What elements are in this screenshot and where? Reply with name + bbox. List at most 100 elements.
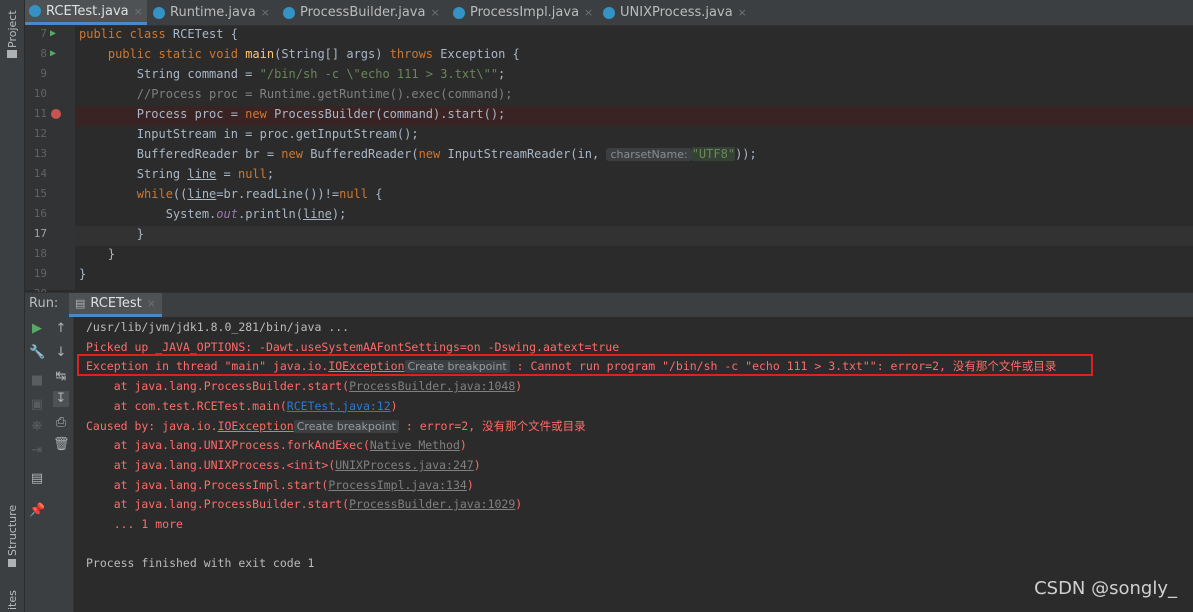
- run-config-tab[interactable]: ▤ RCETest ×: [69, 293, 162, 317]
- console-text: ): [390, 398, 398, 413]
- editor-tab[interactable]: RCETest.java ×: [25, 0, 147, 25]
- editor-tab[interactable]: Runtime.java ×: [149, 0, 274, 25]
- run-toolbar-left: ▶ 🔧 ■ ▣ ❋ ⇥ ▤ 📌: [25, 317, 49, 612]
- stack-trace-link[interactable]: ProcessBuilder.java:1029: [349, 497, 515, 511]
- code-token: RCETest {: [172, 27, 238, 41]
- code-line[interactable]: 13 BufferedReader br = new BufferedReade…: [25, 144, 1193, 164]
- tab-label: UNIXProcess.java: [620, 5, 733, 20]
- console-text: ): [473, 457, 481, 472]
- console-line: Process finished with exit code 1: [86, 553, 314, 573]
- console-line: ... 1 more: [86, 514, 183, 534]
- code-text: }: [79, 244, 115, 264]
- code-line[interactable]: 7 ▶ public class RCETest {: [25, 24, 1193, 44]
- line-number: 13: [33, 147, 47, 160]
- run-gutter-icon[interactable]: ▶: [50, 48, 56, 60]
- code-token: public class: [79, 27, 173, 41]
- stack-trace-link[interactable]: UNIXProcess.java:247: [335, 458, 473, 472]
- code-text: }: [79, 224, 144, 244]
- code-token: {: [368, 187, 383, 201]
- code-token: ((: [172, 187, 188, 201]
- code-editor[interactable]: 7 ▶ public class RCETest {8 ▶ public static…: [25, 24, 1193, 300]
- code-line[interactable]: 14 String line = null;: [25, 164, 1193, 184]
- console-text: at com.test.RCETest.main(: [86, 398, 287, 413]
- class-icon: [603, 6, 615, 19]
- code-line[interactable]: 15 while((line=br.readLine())!=null {: [25, 184, 1193, 204]
- close-icon[interactable]: ×: [584, 6, 593, 19]
- line-number: 17: [33, 227, 47, 240]
- code-line[interactable]: 19}: [25, 264, 1193, 284]
- down-arrow-icon[interactable]: ↓: [53, 345, 69, 361]
- layout-icon[interactable]: ▤: [29, 471, 45, 487]
- editor-tab[interactable]: ProcessBuilder.java ×: [279, 0, 444, 25]
- watermark: CSDN @songly_: [1034, 578, 1177, 599]
- stop-icon[interactable]: ■: [29, 373, 45, 389]
- code-line[interactable]: 12 InputStream in = proc.getInputStream(…: [25, 124, 1193, 144]
- code-line[interactable]: 18 }: [25, 244, 1193, 264]
- code-token: line: [303, 207, 332, 221]
- code-line[interactable]: 10 //Process proc = Runtime.getRuntime()…: [25, 84, 1193, 104]
- code-line[interactable]: 11 Process proc = new ProcessBuilder(com…: [25, 104, 1193, 124]
- code-line[interactable]: 9 String command = "/bin/sh -c \"echo 11…: [25, 64, 1193, 84]
- code-token: =: [216, 167, 238, 181]
- bug-icon[interactable]: ❋: [29, 419, 45, 435]
- close-icon[interactable]: ×: [147, 297, 156, 310]
- favorites-tool-button[interactable]: ites: [6, 590, 19, 610]
- print-icon[interactable]: ⎙: [53, 415, 69, 431]
- run-panel-label: Run:: [29, 296, 59, 311]
- code-token: new: [245, 107, 275, 121]
- close-icon[interactable]: ×: [430, 6, 439, 19]
- console-text: ): [466, 477, 474, 492]
- console-line: at java.lang.UNIXProcess.forkAndExec(Nat…: [86, 435, 467, 455]
- trash-icon[interactable]: 🗑: [53, 437, 70, 453]
- close-icon[interactable]: ×: [261, 6, 270, 19]
- stack-trace-link[interactable]: ProcessBuilder.java:1048: [349, 379, 515, 393]
- structure-tool-button[interactable]: Structure: [6, 505, 19, 556]
- console-line: at java.lang.ProcessImpl.start(ProcessIm…: [86, 475, 474, 495]
- stack-trace-link[interactable]: IOException: [218, 419, 294, 433]
- console-text: /usr/lib/jvm/jdk1.8.0_281/bin/java ...: [86, 320, 350, 334]
- run-gutter-icon[interactable]: ▶: [50, 28, 56, 40]
- up-arrow-icon[interactable]: ↑: [53, 321, 69, 337]
- soft-wrap-icon[interactable]: ↹: [53, 369, 69, 385]
- rerun-icon[interactable]: ▶: [29, 321, 45, 337]
- console-line: at java.lang.ProcessBuilder.start(Proces…: [86, 494, 523, 514]
- code-token: }: [79, 267, 87, 281]
- code-token: ProcessBuilder(command).start();: [274, 107, 506, 121]
- code-line[interactable]: 8 ▶ public static void main(String[] args…: [25, 44, 1193, 64]
- tab-label: ProcessBuilder.java: [300, 5, 426, 20]
- project-tool-button[interactable]: Project: [6, 10, 19, 48]
- close-icon[interactable]: ×: [134, 5, 143, 18]
- code-token: System.: [79, 207, 217, 221]
- console-text: at java.lang.ProcessImpl.start(: [86, 477, 329, 492]
- tab-label: ProcessImpl.java: [470, 5, 580, 20]
- pin-icon[interactable]: 📌: [29, 503, 45, 519]
- code-token: .println(: [237, 207, 303, 221]
- run-class-icon: [29, 5, 41, 17]
- console-text: ): [515, 497, 523, 512]
- camera-icon[interactable]: ▣: [29, 397, 45, 413]
- folder-icon: [7, 50, 17, 58]
- line-number: 18: [33, 247, 47, 260]
- stack-trace-link[interactable]: RCETest.java:12: [287, 399, 391, 413]
- console-text: Caused by: java.io.: [86, 418, 218, 433]
- editor-tab[interactable]: UNIXProcess.java ×: [599, 0, 751, 25]
- code-line[interactable]: 17 }: [25, 224, 1193, 244]
- exit-icon[interactable]: ⇥: [29, 443, 45, 459]
- code-token: InputStream in = proc.getInputStream();: [79, 127, 419, 141]
- editor-tab[interactable]: ProcessImpl.java ×: [449, 0, 597, 25]
- create-breakpoint-button[interactable]: Create breakpoint: [293, 419, 399, 433]
- stack-trace-link[interactable]: ProcessImpl.java:134: [328, 478, 466, 492]
- code-token: }: [79, 247, 116, 261]
- stack-trace-link[interactable]: Native Method: [370, 438, 460, 452]
- console-text: ): [459, 438, 467, 453]
- wrench-icon[interactable]: 🔧: [29, 345, 45, 361]
- code-token: BufferedReader br =: [79, 147, 282, 161]
- code-line[interactable]: 16 System.out.println(line);: [25, 204, 1193, 224]
- scroll-to-end-icon[interactable]: ↧: [53, 391, 69, 407]
- breakpoint-icon[interactable]: [51, 109, 61, 119]
- code-token: Process proc =: [79, 107, 246, 121]
- console-text: : error=2, 没有那个文件或目录: [398, 418, 586, 433]
- close-icon[interactable]: ×: [738, 6, 747, 19]
- code-token: =br.readLine())!=: [216, 187, 340, 201]
- code-token: line: [187, 167, 217, 181]
